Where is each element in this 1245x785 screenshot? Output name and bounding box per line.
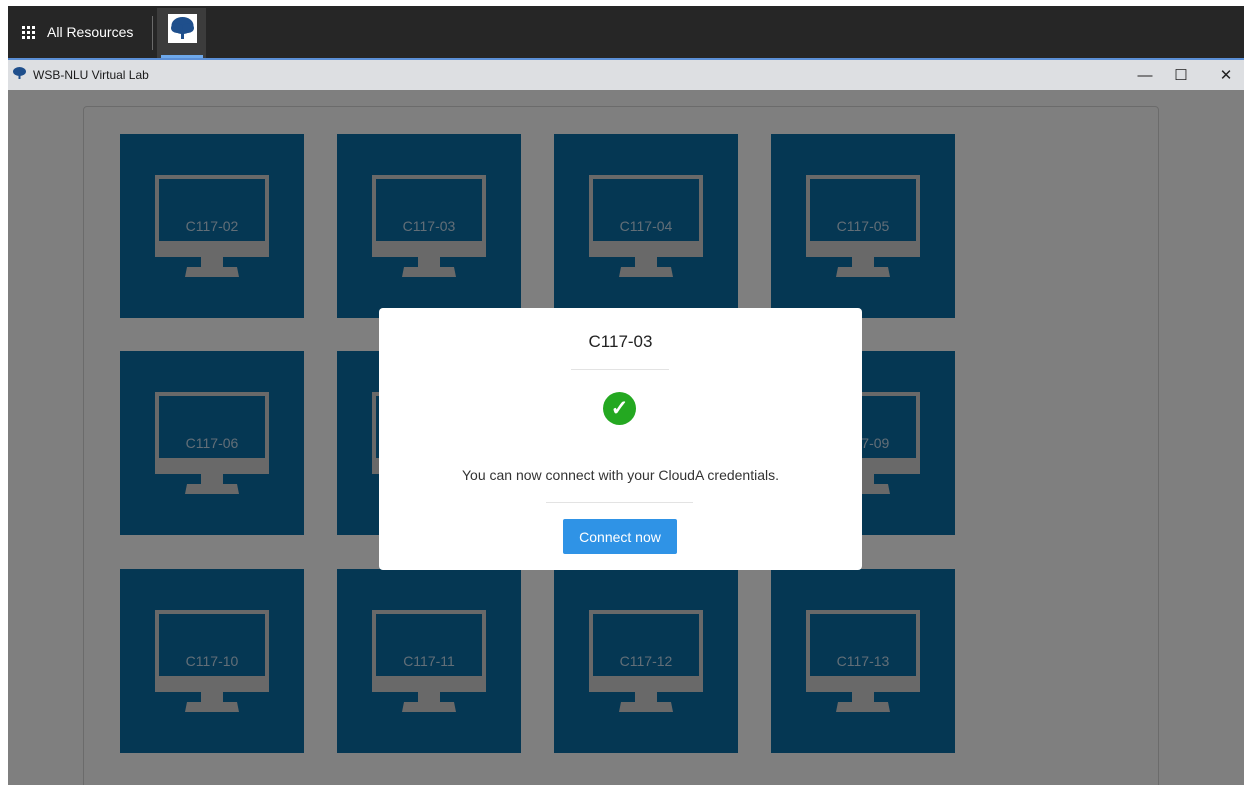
all-resources-button[interactable]: All Resources [22,18,133,46]
resource-bar: All Resources [8,6,1244,58]
all-resources-label: All Resources [47,24,134,40]
window-title: WSB-NLU Virtual Lab [33,68,149,82]
separator [152,16,153,50]
maximize-button[interactable]: ☐ [1158,60,1204,90]
connect-dialog: C117-03 ✓ You can now connect with your … [379,308,862,570]
connect-now-button[interactable]: Connect now [563,519,677,554]
app-tab-virtual-lab[interactable] [157,8,206,58]
divider [571,369,669,370]
close-icon: ✕ [1219,67,1233,84]
app-grid-icon [22,25,35,39]
divider [546,502,693,503]
tree-icon [168,14,197,43]
dialog-title: C117-03 [588,332,653,351]
tree-icon [12,66,27,85]
check-circle-icon: ✓ [603,392,636,425]
maximize-icon: ☐ [1174,67,1188,84]
close-button[interactable]: ✕ [1203,60,1245,90]
dialog-message: You can now connect with your CloudA cre… [461,467,779,483]
minimize-icon: — [1137,66,1153,84]
window-titlebar: WSB-NLU Virtual Lab — ☐ ✕ [8,60,1244,90]
lab-content: C117-02C117-03C117-04C117-05C117-06C117-… [8,90,1244,785]
